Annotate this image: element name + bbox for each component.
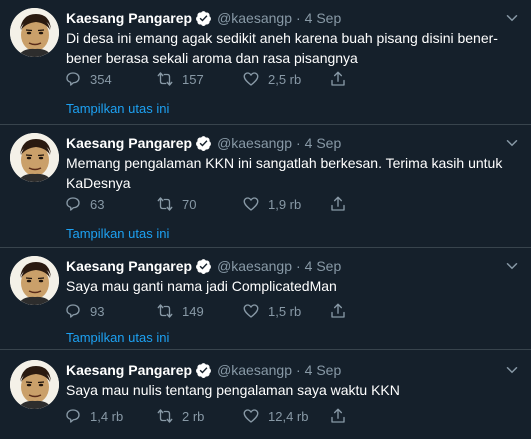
author-handle[interactable]: @kaesangp <box>217 258 292 274</box>
author-handle[interactable]: @kaesangp <box>217 362 292 378</box>
tweet-header: Kaesang Pangarep @kaesangp · 4 Sep <box>66 8 341 28</box>
tweet-date[interactable]: 4 Sep <box>305 258 342 274</box>
share-icon <box>331 71 345 86</box>
verified-badge-icon <box>196 362 211 378</box>
like-button[interactable]: 12,4 rb <box>242 406 308 426</box>
retweet-icon <box>157 72 173 86</box>
tweet-text: Saya mau ganti nama jadi ComplicatedMan <box>66 278 337 294</box>
heart-icon <box>243 409 259 423</box>
like-button[interactable]: 1,5 rb <box>242 301 301 321</box>
author-name[interactable]: Kaesang Pangarep <box>66 10 192 26</box>
reply-count: 63 <box>90 196 105 212</box>
tweet-header: Kaesang Pangarep @kaesangp · 4 Sep <box>66 133 341 153</box>
reply-button[interactable]: 1,4 rb <box>64 406 123 426</box>
reply-icon <box>66 197 80 211</box>
tweet-actions: 93 149 1,5 rb <box>64 301 364 321</box>
reply-button[interactable]: 354 <box>64 69 112 89</box>
like-count: 12,4 rb <box>268 408 309 424</box>
heart-icon <box>243 72 259 86</box>
avatar[interactable] <box>10 8 59 57</box>
verified-badge-icon <box>196 135 211 151</box>
show-thread-link[interactable]: Tampilkan utas ini <box>66 101 169 116</box>
reply-count: 354 <box>90 71 112 87</box>
tweet-header: Kaesang Pangarep @kaesangp · 4 Sep <box>66 256 341 276</box>
tweet-text: Memang pengalaman KKN ini sangatlah berk… <box>66 155 503 191</box>
retweet-icon <box>157 304 173 318</box>
retweet-button[interactable]: 70 <box>156 194 196 214</box>
verified-badge-icon <box>196 258 211 274</box>
tweet[interactable]: Kaesang Pangarep @kaesangp · 4 Sep Saya … <box>0 247 531 349</box>
tweet-actions: 63 70 1,9 rb <box>64 194 364 214</box>
tweet-feed: Kaesang Pangarep @kaesangp · 4 Sep Di de… <box>0 0 531 439</box>
like-count: 1,9 rb <box>268 196 302 212</box>
share-icon <box>331 196 345 211</box>
verified-badge-icon <box>196 10 211 26</box>
author-name[interactable]: Kaesang Pangarep <box>66 135 192 151</box>
separator-dot: · <box>296 135 301 151</box>
separator-dot: · <box>296 258 301 274</box>
tweet-actions: 1,4 rb 2 rb 12,4 rb <box>64 406 364 426</box>
retweet-count: 149 <box>182 303 204 319</box>
like-button[interactable]: 2,5 rb <box>242 69 301 89</box>
tweet[interactable]: Kaesang Pangarep @kaesangp · 4 Sep Meman… <box>0 124 531 247</box>
retweet-icon <box>157 409 173 423</box>
chevron-down-icon[interactable] <box>503 134 521 152</box>
avatar[interactable] <box>10 133 59 182</box>
author-name[interactable]: Kaesang Pangarep <box>66 258 192 274</box>
avatar[interactable] <box>10 256 59 305</box>
show-thread-link[interactable]: Tampilkan utas ini <box>66 226 169 241</box>
share-button[interactable] <box>329 69 347 89</box>
reply-icon <box>66 72 80 86</box>
chevron-down-icon[interactable] <box>503 257 521 275</box>
reply-icon <box>66 304 80 318</box>
retweet-count: 2 rb <box>182 408 205 424</box>
retweet-count: 157 <box>182 71 204 87</box>
tweet-text: Di desa ini emang agak sedikit aneh kare… <box>66 30 498 66</box>
tweet-text: Saya mau nulis tentang pengalaman saya w… <box>66 382 400 398</box>
reply-count: 1,4 rb <box>90 408 124 424</box>
tweet[interactable]: Kaesang Pangarep @kaesangp · 4 Sep Di de… <box>0 0 531 124</box>
tweet-date[interactable]: 4 Sep <box>305 362 342 378</box>
reply-button[interactable]: 93 <box>64 301 104 321</box>
author-handle[interactable]: @kaesangp <box>217 10 292 26</box>
share-icon <box>331 408 345 423</box>
retweet-button[interactable]: 2 rb <box>156 406 204 426</box>
retweet-button[interactable]: 149 <box>156 301 204 321</box>
retweet-button[interactable]: 157 <box>156 69 204 89</box>
like-button[interactable]: 1,9 rb <box>242 194 301 214</box>
avatar[interactable] <box>10 360 59 409</box>
retweet-count: 70 <box>182 196 197 212</box>
share-button[interactable] <box>329 406 347 426</box>
like-count: 1,5 rb <box>268 303 302 319</box>
show-thread-link[interactable]: Tampilkan utas ini <box>66 330 169 345</box>
share-icon <box>331 303 345 318</box>
author-name[interactable]: Kaesang Pangarep <box>66 362 192 378</box>
separator-dot: · <box>296 10 301 26</box>
tweet-date[interactable]: 4 Sep <box>305 10 342 26</box>
reply-icon <box>66 409 80 423</box>
heart-icon <box>243 304 259 318</box>
reply-count: 93 <box>90 303 105 319</box>
author-handle[interactable]: @kaesangp <box>217 135 292 151</box>
tweet-header: Kaesang Pangarep @kaesangp · 4 Sep <box>66 360 341 380</box>
tweet-actions: 354 157 2,5 rb <box>64 69 364 89</box>
tweet[interactable]: Kaesang Pangarep @kaesangp · 4 Sep Saya … <box>0 349 531 439</box>
heart-icon <box>243 197 259 211</box>
tweet-date[interactable]: 4 Sep <box>305 135 342 151</box>
like-count: 2,5 rb <box>268 71 302 87</box>
share-button[interactable] <box>329 301 347 321</box>
share-button[interactable] <box>329 194 347 214</box>
separator-dot: · <box>296 362 301 378</box>
reply-button[interactable]: 63 <box>64 194 104 214</box>
chevron-down-icon[interactable] <box>503 9 521 27</box>
retweet-icon <box>157 197 173 211</box>
chevron-down-icon[interactable] <box>503 361 521 379</box>
